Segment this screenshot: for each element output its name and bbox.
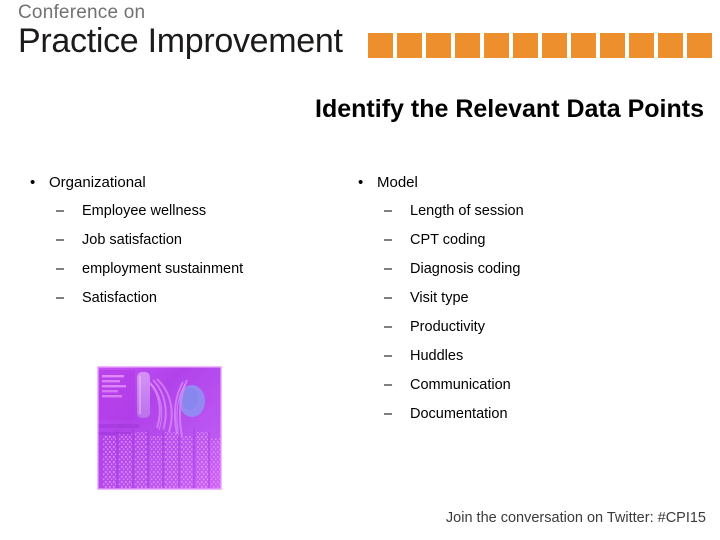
dash-marker-icon: – — [384, 406, 393, 422]
list-item-label: Visit type — [410, 290, 469, 306]
dash-marker-icon: – — [384, 203, 393, 219]
list-item-label: Satisfaction — [82, 290, 157, 306]
list-item-label: Diagnosis coding — [410, 261, 521, 277]
list-item-label: Documentation — [410, 406, 508, 422]
list-item-label: CPT coding — [410, 232, 486, 248]
list-item: – Huddles — [353, 342, 683, 371]
list-item: – CPT coding — [353, 226, 683, 255]
list-item: – employment sustainment — [25, 255, 345, 284]
list-item: – Diagnosis coding — [353, 255, 683, 284]
dash-marker-icon: – — [56, 232, 65, 248]
orange-square-icon — [397, 33, 422, 58]
list-item-label: Huddles — [410, 348, 464, 364]
logo-line-practice: Practice Improvement — [18, 22, 343, 60]
dash-marker-icon: – — [384, 290, 393, 306]
list-item-label: Job satisfaction — [82, 232, 182, 248]
orange-square-icon — [513, 33, 538, 58]
bullet-heading-row: • Organizational — [25, 168, 345, 197]
logo-line-conference: Conference on — [18, 2, 146, 23]
bullet-dot-icon: • — [30, 174, 36, 191]
bullet-heading-label: Model — [377, 174, 418, 191]
orange-square-icon — [629, 33, 654, 58]
bullet-heading-row: • Model — [353, 168, 683, 197]
circuit-board-photo-graphic — [97, 366, 222, 490]
conference-logo: Conference on Practice Improvement — [18, 2, 368, 60]
page-title: Identify the Relevant Data Points — [315, 95, 704, 123]
list-item-label: Productivity — [410, 319, 485, 335]
list-item-label: employment sustainment — [82, 261, 244, 277]
dash-marker-icon: – — [384, 261, 393, 277]
dash-marker-icon: – — [384, 319, 393, 335]
orange-square-icon — [368, 33, 393, 58]
dash-marker-icon: – — [384, 377, 393, 393]
bullet-heading-label: Organizational — [49, 174, 146, 191]
list-item-label: Communication — [410, 377, 511, 393]
list-item: – Employee wellness — [25, 197, 345, 226]
dash-marker-icon: – — [384, 232, 393, 248]
list-item: – Job satisfaction — [25, 226, 345, 255]
list-item: – Communication — [353, 371, 683, 400]
dash-marker-icon: – — [384, 348, 393, 364]
orange-square-icon — [687, 33, 712, 58]
bullet-column-model: • Model – Length of session – CPT coding… — [353, 168, 683, 429]
orange-square-icon — [426, 33, 451, 58]
bullet-column-organizational: • Organizational – Employee wellness – J… — [25, 168, 345, 313]
list-item: – Productivity — [353, 313, 683, 342]
orange-square-icon — [600, 33, 625, 58]
dash-marker-icon: – — [56, 203, 65, 219]
orange-square-icon — [455, 33, 480, 58]
list-item: – Documentation — [353, 400, 683, 429]
orange-square-icon — [484, 33, 509, 58]
slide-header-band: Conference on Practice Improvement — [0, 0, 720, 72]
orange-square-icon — [571, 33, 596, 58]
list-item: – Satisfaction — [25, 284, 345, 313]
orange-square-icon — [542, 33, 567, 58]
dash-marker-icon: – — [56, 261, 65, 277]
list-item-label: Length of session — [410, 203, 524, 219]
orange-square-strip — [368, 33, 712, 58]
list-item-label: Employee wellness — [82, 203, 207, 219]
dash-marker-icon: – — [56, 290, 65, 306]
bullet-dot-icon: • — [358, 174, 364, 191]
orange-square-icon — [658, 33, 683, 58]
circuit-board-photo — [97, 366, 222, 490]
footer-twitter-text: Join the conversation on Twitter: #CPI15 — [445, 510, 706, 526]
list-item: – Visit type — [353, 284, 683, 313]
list-item: – Length of session — [353, 197, 683, 226]
